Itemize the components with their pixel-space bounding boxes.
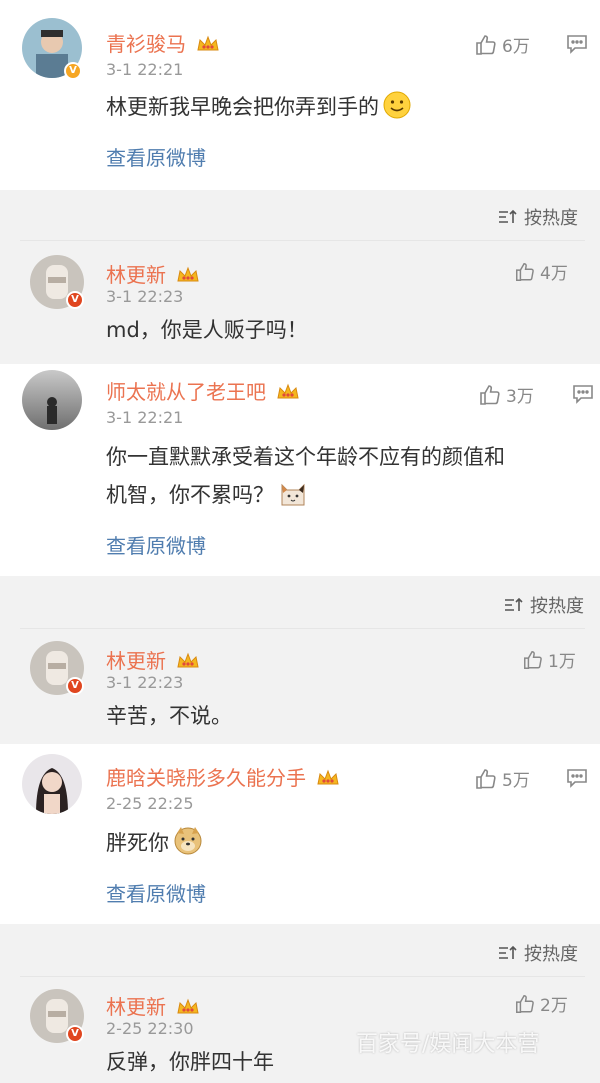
reply-icon[interactable] — [572, 384, 594, 408]
thumbs-up-icon — [480, 384, 500, 405]
sort-icon — [499, 209, 517, 223]
reply-username[interactable]: 林更新 — [106, 259, 200, 288]
verified-badge-icon: V — [66, 1025, 84, 1043]
reply-time: 2-25 22:30 — [106, 1019, 194, 1038]
cat-emoji-icon — [281, 483, 305, 506]
verified-badge-icon: V — [64, 62, 82, 80]
reply-sort-bar: 按热度 — [0, 190, 600, 240]
verified-badge-icon: V — [66, 677, 84, 695]
crown-icon — [177, 266, 199, 282]
comment-text: 机智，你不累吗？ — [106, 474, 308, 516]
reply-card: V 林更新 3-1 22:23 1万 辛苦，不说。 — [0, 629, 600, 743]
like-button[interactable]: 4万 — [514, 259, 568, 284]
thumbs-up-icon — [476, 768, 496, 789]
sort-by-heat-button[interactable]: 按热度 — [504, 592, 584, 618]
comment-text: 胖死你 — [106, 822, 203, 864]
comment-time: 2-25 22:25 — [106, 794, 194, 813]
reply-time: 3-1 22:23 — [106, 673, 184, 692]
avatar[interactable] — [22, 754, 82, 814]
thumbs-up-icon — [516, 994, 534, 1013]
like-button[interactable]: 6万 — [474, 32, 530, 57]
avatar[interactable] — [22, 370, 82, 430]
sort-icon — [499, 945, 517, 959]
comment-card: V 青衫骏马 3-1 22:21 6万 林更新我早晚会把你弄到手的 查看原微博 — [0, 0, 600, 190]
reply-text: md，你是人贩子吗！ — [106, 318, 308, 342]
thumbs-up-icon — [516, 262, 534, 281]
reply-card: V 林更新 3-1 22:23 4万 md，你是人贩子吗！ — [0, 241, 600, 363]
like-button[interactable]: 2万 — [514, 991, 568, 1016]
crown-icon — [177, 652, 199, 668]
doge-emoji-icon — [174, 827, 202, 855]
verified-badge-icon: V — [66, 291, 84, 309]
comment-text: 林更新我早晚会把你弄到手的 — [106, 86, 411, 128]
like-button[interactable]: 5万 — [474, 766, 530, 791]
reply-text: 辛苦，不说。 — [106, 704, 232, 728]
crown-icon — [277, 383, 299, 399]
comment-time: 3-1 22:21 — [106, 60, 184, 79]
comment-card: 师太就从了老王吧 3-1 22:21 3万 你一直默默承受着这个年龄不应有的颜值… — [0, 364, 600, 576]
sort-icon — [505, 597, 523, 611]
sort-by-heat-button[interactable]: 按热度 — [498, 204, 578, 230]
reply-icon[interactable] — [566, 768, 588, 792]
reply-time: 3-1 22:23 — [106, 287, 184, 306]
comment-username[interactable]: 鹿晗关晓彤多久能分手 — [106, 762, 340, 791]
comment-username[interactable]: 师太就从了老王吧 — [106, 376, 300, 405]
reply-sort-bar: 按热度 — [0, 576, 600, 628]
comment-username[interactable]: 青衫骏马 — [106, 28, 220, 57]
comment-time: 3-1 22:21 — [106, 408, 184, 427]
reply-username[interactable]: 林更新 — [106, 645, 200, 674]
view-original-weibo-link[interactable]: 查看原微博 — [106, 878, 206, 907]
comment-text: 你一直默默承受着这个年龄不应有的颜值和 — [106, 445, 505, 469]
crown-icon — [317, 769, 339, 785]
like-button[interactable]: 3万 — [478, 382, 534, 407]
reply-sort-bar: 按热度 — [0, 924, 600, 976]
sort-by-heat-button[interactable]: 按热度 — [498, 940, 578, 966]
watermark: 百家号/娱闻大本营 — [356, 1032, 540, 1057]
thumbs-up-icon — [524, 650, 542, 669]
like-button[interactable]: 1万 — [522, 647, 576, 672]
crown-icon — [177, 998, 199, 1014]
thumbs-up-icon — [476, 34, 496, 55]
comment-card: 鹿晗关晓彤多久能分手 2-25 22:25 5万 胖死你 查看原微博 — [0, 744, 600, 924]
view-original-weibo-link[interactable]: 查看原微博 — [106, 530, 206, 559]
crown-icon — [197, 35, 219, 51]
reply-text: 反弹，你胖四十年 — [106, 1050, 274, 1074]
reply-username[interactable]: 林更新 — [106, 991, 200, 1020]
reply-icon[interactable] — [566, 34, 588, 58]
view-original-weibo-link[interactable]: 查看原微博 — [106, 142, 206, 171]
smile-emoji-icon — [383, 91, 411, 119]
